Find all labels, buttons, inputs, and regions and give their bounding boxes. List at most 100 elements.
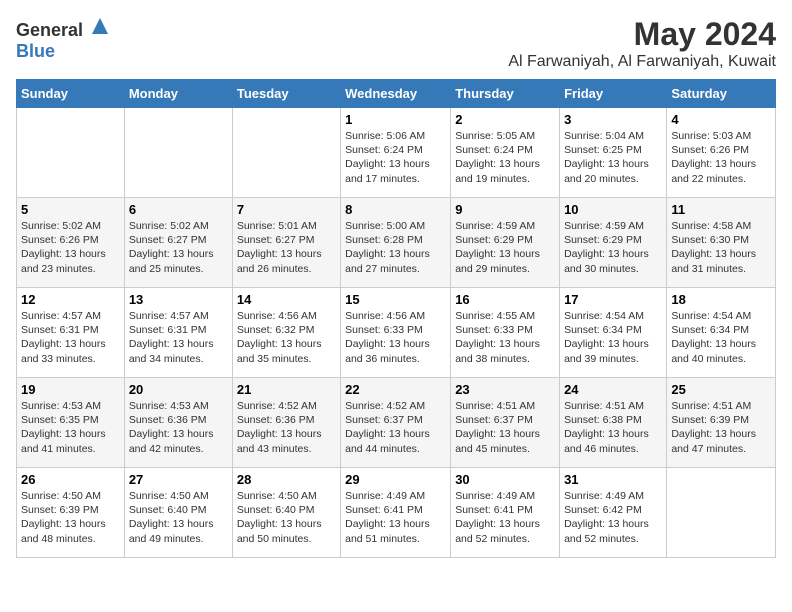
page-header: General Blue May 2024 Al Farwaniyah, Al … xyxy=(16,16,776,71)
calendar-cell: 23 Sunrise: 4:51 AM Sunset: 6:37 PM Dayli… xyxy=(451,378,560,468)
day-number: 30 xyxy=(455,472,555,487)
calendar-cell: 6Sunrise: 5:02 AM Sunset: 6:27 PM Daylig… xyxy=(124,198,232,288)
day-info: Sunrise: 5:00 AM Sunset: 6:28 PM Dayligh… xyxy=(345,219,446,276)
day-number: 20 xyxy=(129,382,228,397)
day-info: Sunrise: 4:50 AM Sunset: 6:40 PM Dayligh… xyxy=(129,489,228,546)
day-number: 28 xyxy=(237,472,336,487)
day-number: 7 xyxy=(237,202,336,217)
day-info: Sunrise: 4:51 AM Sunset: 6:37 PM Dayligh… xyxy=(455,399,555,456)
calendar-cell: 19Sunrise: 4:53 AM Sunset: 6:35 PM Dayli… xyxy=(17,378,125,468)
day-number: 12 xyxy=(21,292,120,307)
day-info: Sunrise: 4:59 AM Sunset: 6:29 PM Dayligh… xyxy=(455,219,555,276)
column-header-friday: Friday xyxy=(560,80,667,108)
day-info: Sunrise: 4:53 AM Sunset: 6:35 PM Dayligh… xyxy=(21,399,120,456)
calendar-table: SundayMondayTuesdayWednesdayThursdayFrid… xyxy=(16,79,776,558)
calendar-cell: 26 Sunrise: 4:50 AM Sunset: 6:39 PM Dayli… xyxy=(17,468,125,558)
calendar-cell: 31 Sunrise: 4:49 AM Sunset: 6:42 PM Dayli… xyxy=(560,468,667,558)
day-info: Sunrise: 4:50 AM Sunset: 6:39 PM Dayligh… xyxy=(21,489,120,546)
column-header-thursday: Thursday xyxy=(451,80,560,108)
day-info: Sunrise: 4:52 AM Sunset: 6:37 PM Dayligh… xyxy=(345,399,446,456)
day-info: Sunrise: 4:52 AM Sunset: 6:36 PM Dayligh… xyxy=(237,399,336,456)
calendar-cell: 21 Sunrise: 4:52 AM Sunset: 6:36 PM Dayli… xyxy=(232,378,340,468)
calendar-week-4: 19Sunrise: 4:53 AM Sunset: 6:35 PM Dayli… xyxy=(17,378,776,468)
calendar-cell: 8 Sunrise: 5:00 AM Sunset: 6:28 PM Daylig… xyxy=(341,198,451,288)
day-number: 21 xyxy=(237,382,336,397)
day-info: Sunrise: 4:54 AM Sunset: 6:34 PM Dayligh… xyxy=(564,309,662,366)
calendar-cell: 18 Sunrise: 4:54 AM Sunset: 6:34 PM Dayli… xyxy=(667,288,776,378)
calendar-cell xyxy=(124,108,232,198)
title-area: May 2024 Al Farwaniyah, Al Farwaniyah, K… xyxy=(508,16,776,71)
day-info: Sunrise: 4:56 AM Sunset: 6:33 PM Dayligh… xyxy=(345,309,446,366)
day-info: Sunrise: 4:49 AM Sunset: 6:41 PM Dayligh… xyxy=(345,489,446,546)
day-number: 5 xyxy=(21,202,120,217)
day-number: 25 xyxy=(671,382,771,397)
day-number: 4 xyxy=(671,112,771,127)
calendar-cell: 14Sunrise: 4:56 AM Sunset: 6:32 PM Dayli… xyxy=(232,288,340,378)
day-number: 23 xyxy=(455,382,555,397)
calendar-cell: 27 Sunrise: 4:50 AM Sunset: 6:40 PM Dayli… xyxy=(124,468,232,558)
logo-text: General Blue xyxy=(16,16,110,62)
column-header-tuesday: Tuesday xyxy=(232,80,340,108)
day-info: Sunrise: 5:04 AM Sunset: 6:25 PM Dayligh… xyxy=(564,129,662,186)
day-number: 29 xyxy=(345,472,446,487)
calendar-cell: 20 Sunrise: 4:53 AM Sunset: 6:36 PM Dayli… xyxy=(124,378,232,468)
day-number: 15 xyxy=(345,292,446,307)
logo: General Blue xyxy=(16,16,110,62)
logo-icon xyxy=(90,16,110,36)
day-number: 2 xyxy=(455,112,555,127)
calendar-cell: 16Sunrise: 4:55 AM Sunset: 6:33 PM Dayli… xyxy=(451,288,560,378)
day-number: 31 xyxy=(564,472,662,487)
day-info: Sunrise: 4:51 AM Sunset: 6:38 PM Dayligh… xyxy=(564,399,662,456)
logo-general: General xyxy=(16,20,83,40)
month-title: May 2024 xyxy=(508,16,776,53)
day-number: 17 xyxy=(564,292,662,307)
calendar-cell: 15 Sunrise: 4:56 AM Sunset: 6:33 PM Dayli… xyxy=(341,288,451,378)
day-number: 13 xyxy=(129,292,228,307)
calendar-cell: 22 Sunrise: 4:52 AM Sunset: 6:37 PM Dayli… xyxy=(341,378,451,468)
day-info: Sunrise: 4:49 AM Sunset: 6:42 PM Dayligh… xyxy=(564,489,662,546)
calendar-cell xyxy=(667,468,776,558)
day-number: 8 xyxy=(345,202,446,217)
calendar-cell: 24 Sunrise: 4:51 AM Sunset: 6:38 PM Dayli… xyxy=(560,378,667,468)
day-info: Sunrise: 4:57 AM Sunset: 6:31 PM Dayligh… xyxy=(129,309,228,366)
calendar-cell: 12 Sunrise: 4:57 AM Sunset: 6:31 PM Dayli… xyxy=(17,288,125,378)
column-header-monday: Monday xyxy=(124,80,232,108)
logo-blue: Blue xyxy=(16,41,55,61)
calendar-cell xyxy=(17,108,125,198)
calendar-cell: 9Sunrise: 4:59 AM Sunset: 6:29 PM Daylig… xyxy=(451,198,560,288)
calendar-cell: 3Sunrise: 5:04 AM Sunset: 6:25 PM Daylig… xyxy=(560,108,667,198)
day-info: Sunrise: 4:54 AM Sunset: 6:34 PM Dayligh… xyxy=(671,309,771,366)
day-info: Sunrise: 5:01 AM Sunset: 6:27 PM Dayligh… xyxy=(237,219,336,276)
calendar-cell xyxy=(232,108,340,198)
day-info: Sunrise: 5:05 AM Sunset: 6:24 PM Dayligh… xyxy=(455,129,555,186)
day-number: 22 xyxy=(345,382,446,397)
day-info: Sunrise: 5:06 AM Sunset: 6:24 PM Dayligh… xyxy=(345,129,446,186)
day-info: Sunrise: 4:57 AM Sunset: 6:31 PM Dayligh… xyxy=(21,309,120,366)
day-info: Sunrise: 4:58 AM Sunset: 6:30 PM Dayligh… xyxy=(671,219,771,276)
column-header-sunday: Sunday xyxy=(17,80,125,108)
day-info: Sunrise: 5:03 AM Sunset: 6:26 PM Dayligh… xyxy=(671,129,771,186)
day-number: 10 xyxy=(564,202,662,217)
column-header-wednesday: Wednesday xyxy=(341,80,451,108)
calendar-cell: 29 Sunrise: 4:49 AM Sunset: 6:41 PM Dayli… xyxy=(341,468,451,558)
column-header-saturday: Saturday xyxy=(667,80,776,108)
calendar-week-1: 1 Sunrise: 5:06 AM Sunset: 6:24 PM Daylig… xyxy=(17,108,776,198)
calendar-cell: 25 Sunrise: 4:51 AM Sunset: 6:39 PM Dayli… xyxy=(667,378,776,468)
day-number: 27 xyxy=(129,472,228,487)
calendar-cell: 10Sunrise: 4:59 AM Sunset: 6:29 PM Dayli… xyxy=(560,198,667,288)
calendar-week-3: 12 Sunrise: 4:57 AM Sunset: 6:31 PM Dayli… xyxy=(17,288,776,378)
day-info: Sunrise: 4:53 AM Sunset: 6:36 PM Dayligh… xyxy=(129,399,228,456)
day-number: 24 xyxy=(564,382,662,397)
calendar-cell: 5Sunrise: 5:02 AM Sunset: 6:26 PM Daylig… xyxy=(17,198,125,288)
day-info: Sunrise: 4:50 AM Sunset: 6:40 PM Dayligh… xyxy=(237,489,336,546)
day-info: Sunrise: 4:51 AM Sunset: 6:39 PM Dayligh… xyxy=(671,399,771,456)
day-info: Sunrise: 4:49 AM Sunset: 6:41 PM Dayligh… xyxy=(455,489,555,546)
day-number: 6 xyxy=(129,202,228,217)
day-number: 16 xyxy=(455,292,555,307)
calendar-cell: 2 Sunrise: 5:05 AM Sunset: 6:24 PM Daylig… xyxy=(451,108,560,198)
day-number: 26 xyxy=(21,472,120,487)
calendar-cell: 1 Sunrise: 5:06 AM Sunset: 6:24 PM Daylig… xyxy=(341,108,451,198)
day-number: 18 xyxy=(671,292,771,307)
location: Al Farwaniyah, Al Farwaniyah, Kuwait xyxy=(508,53,776,71)
day-number: 1 xyxy=(345,112,446,127)
